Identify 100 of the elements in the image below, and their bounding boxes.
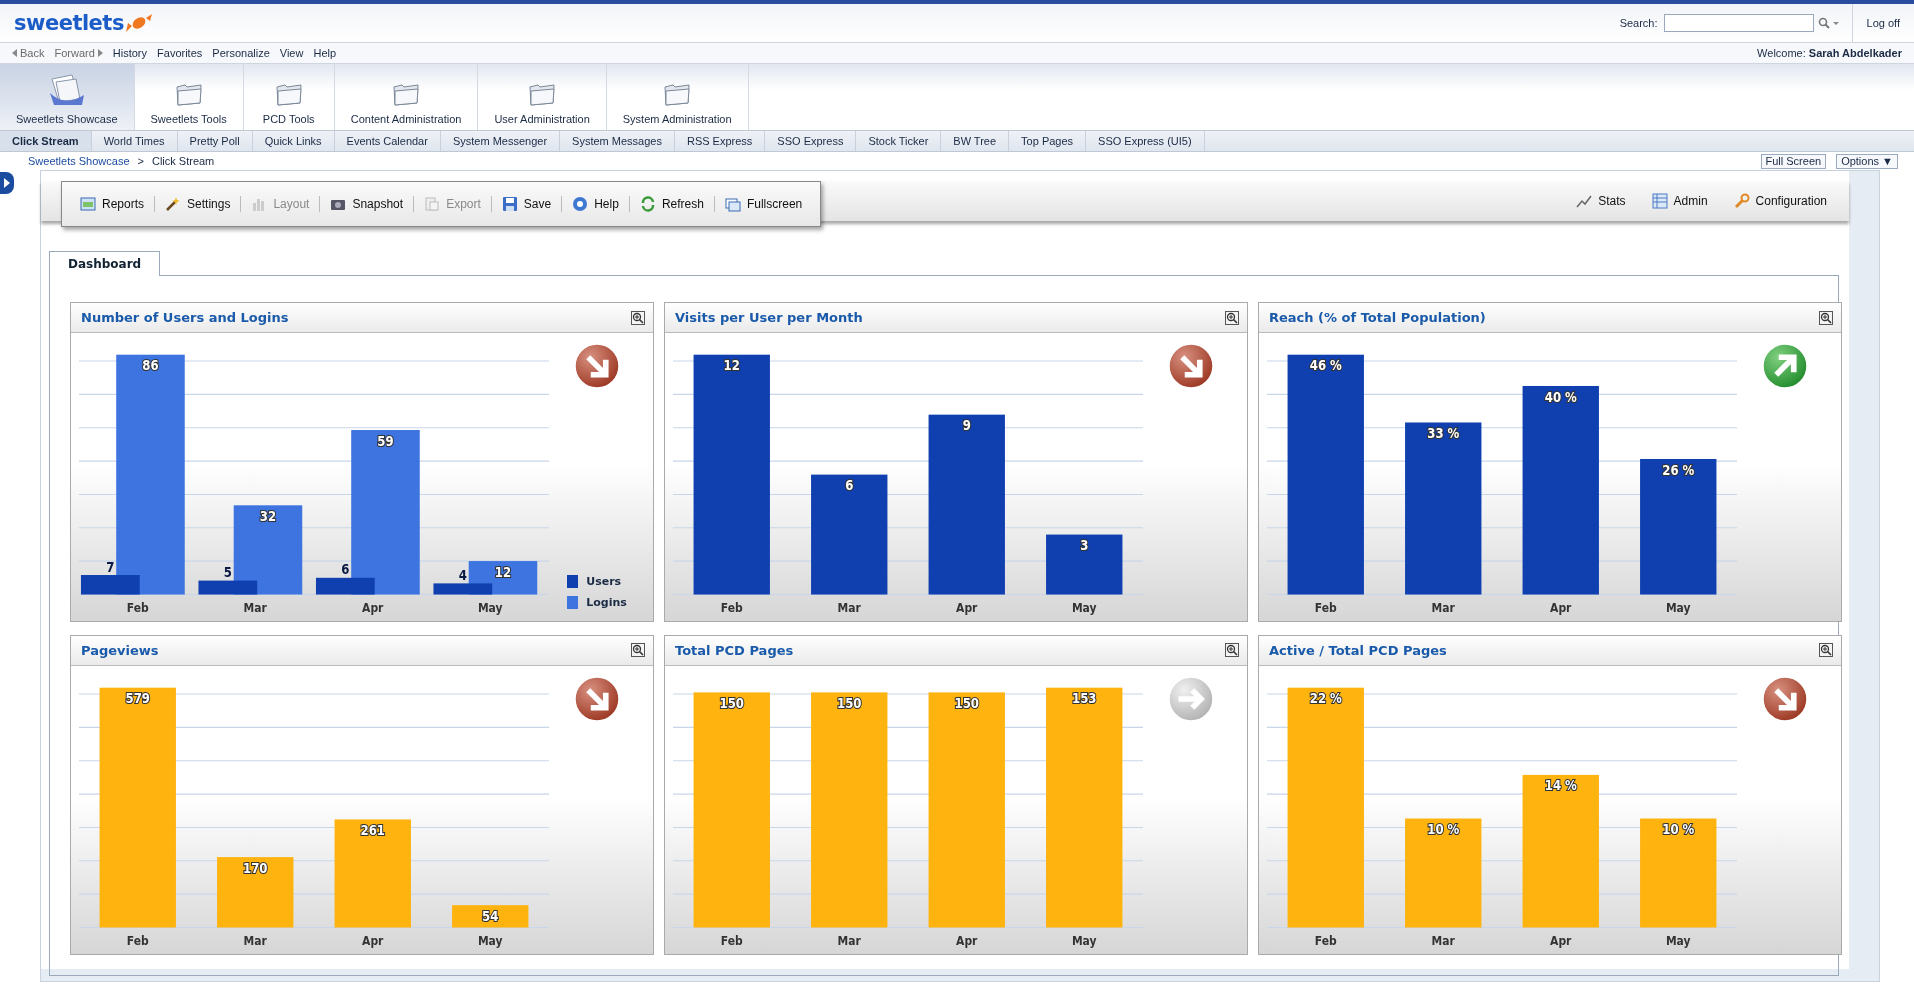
toolbar-button[interactable]: Stats [1576, 193, 1626, 209]
candy-icon [123, 12, 154, 34]
logo-text: sweetlets [14, 11, 124, 35]
expand-handle[interactable] [0, 172, 14, 194]
panel-title: Number of Users and Logins [81, 310, 289, 325]
panel-title: Pageviews [81, 642, 159, 658]
toolbar-button[interactable]: Help [562, 196, 630, 212]
page-tab[interactable]: BW Tree [941, 131, 1010, 151]
wrench-icon [1733, 193, 1750, 209]
nav-menu-item[interactable]: View [279, 47, 304, 59]
nav-menu-item[interactable]: Help [313, 47, 337, 59]
zoom-icon[interactable] [1819, 310, 1833, 325]
month-label: Apr [362, 933, 384, 948]
toolbar-button[interactable]: Settings [155, 196, 242, 212]
page-tab[interactable]: Events Calendar [334, 131, 441, 151]
folder-icon [173, 81, 204, 107]
bar-value-label: 261 [360, 821, 385, 838]
bar-value-label: 6 [845, 477, 854, 494]
panel-title: Visits per User per Month [675, 310, 863, 325]
page-tab[interactable]: SSO Express [765, 131, 857, 151]
page-tab[interactable]: System Messages [560, 131, 675, 151]
refresh-icon [639, 196, 656, 212]
page-tab[interactable]: Pretty Poll [177, 131, 253, 151]
zoom-icon[interactable] [631, 310, 645, 325]
magic-wand-icon [165, 196, 182, 212]
month-label: May [1665, 933, 1691, 948]
bar-value-label: 579 [125, 690, 150, 706]
search-label: Search: [1619, 17, 1658, 29]
page-tab[interactable]: World Times [91, 131, 178, 151]
zoom-icon[interactable] [1819, 643, 1833, 657]
bar-value-label: 153 [1072, 690, 1097, 706]
month-label: Feb [1314, 933, 1337, 948]
month-label: May [1071, 933, 1097, 948]
month-label: May [477, 600, 503, 616]
bar-value-label: 4 [458, 567, 467, 584]
bar-value-label: 7 [106, 558, 115, 575]
panel-title: Reach (% of Total Population) [1269, 310, 1486, 325]
save-icon [501, 196, 518, 212]
page-tab[interactable]: SSO Express (UI5) [1086, 131, 1205, 151]
header-button[interactable]: Full Screen [1760, 153, 1827, 169]
page-tab[interactable]: RSS Express [674, 131, 766, 151]
legend-swatch [567, 575, 579, 588]
nav-menu-item[interactable]: Personalize [212, 47, 270, 59]
portal-tab[interactable]: User Administration [478, 64, 607, 130]
month-label: Mar [1431, 600, 1455, 616]
toolbar-button[interactable]: Reports [70, 196, 156, 212]
zoom-icon[interactable] [631, 643, 645, 657]
portal-tab[interactable]: Sweetlets Tools [134, 64, 244, 130]
legend-swatch [567, 596, 579, 609]
windows-icon [724, 196, 741, 212]
bar-value-label: 10 % [1662, 820, 1695, 837]
panel-title: Total PCD Pages [675, 642, 794, 658]
line-graph-icon [1576, 193, 1593, 209]
month-label: Mar [837, 933, 861, 948]
breadcrumb-link[interactable]: Sweetlets Showcase [28, 155, 130, 167]
dashboard-tab[interactable]: Dashboard [49, 251, 161, 276]
welcome-text: Welcome: Sarah Abdelkader [1757, 47, 1902, 59]
month-label: Feb [720, 600, 743, 616]
bar-value-label: 6 [341, 561, 350, 578]
toolbar-button[interactable]: Configuration [1733, 193, 1827, 209]
folder-icon [662, 81, 693, 107]
portal-tab[interactable]: System Administration [606, 64, 749, 130]
month-label: Apr [362, 600, 384, 616]
bar-value-label: 54 [482, 907, 499, 924]
toolbar-button[interactable]: Refresh [629, 196, 715, 212]
zoom-icon[interactable] [1225, 643, 1239, 657]
month-label: May [1665, 600, 1691, 616]
header-button[interactable]: Options ▼ [1836, 153, 1898, 169]
page-tab[interactable]: Top Pages [1009, 131, 1087, 151]
table-icon [1651, 193, 1668, 209]
search-icon[interactable] [1817, 17, 1840, 29]
legend-label: Logins [586, 596, 627, 609]
nav-menu-item[interactable]: History [112, 47, 148, 59]
breadcrumb-current: Click Stream [151, 155, 215, 167]
bar-value-label: 59 [377, 432, 394, 449]
page-tab[interactable]: Stock Ticker [856, 131, 942, 151]
page-tab[interactable]: System Messenger [440, 131, 561, 151]
portal-tab[interactable]: Content Administration [334, 64, 479, 130]
logoff-link[interactable]: Log off [1851, 4, 1914, 42]
toolbar-button[interactable]: Snapshot [320, 196, 415, 212]
month-label: May [477, 933, 503, 948]
toolbar-button[interactable]: Fullscreen [714, 196, 813, 212]
portal-tab[interactable]: Sweetlets Showcase [0, 64, 135, 130]
page-tab[interactable]: Click Stream [0, 131, 92, 151]
help-icon [572, 196, 589, 212]
bar-value-label: 22 % [1309, 690, 1342, 706]
bar-value-label: 150 [719, 694, 744, 711]
nav-menu-item[interactable]: Favorites [157, 47, 203, 59]
zoom-icon[interactable] [1225, 310, 1239, 325]
month-label: Feb [126, 600, 149, 616]
month-label: Mar [1431, 933, 1455, 948]
folder-icon [527, 81, 558, 107]
toolbar-button[interactable]: Admin [1651, 193, 1708, 209]
search-field[interactable] [1663, 14, 1814, 32]
folder-icon [273, 81, 304, 107]
month-label: May [1071, 600, 1097, 616]
portal-tab[interactable]: PCD Tools [243, 64, 335, 130]
page-tab[interactable]: Quick Links [252, 131, 335, 151]
toolbar-button[interactable]: Save [491, 196, 563, 212]
month-label: Mar [243, 933, 267, 948]
